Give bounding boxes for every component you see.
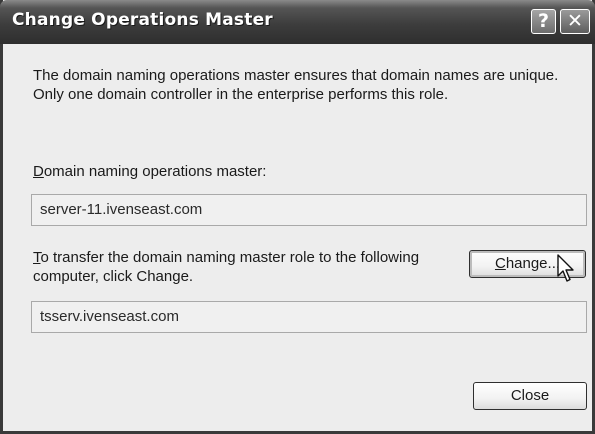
mouse-pointer-icon [557,254,574,282]
title-close-button[interactable]: ✕ [560,9,590,34]
help-icon: ? [537,10,550,32]
access-key-t: T [33,249,41,266]
change-button-label: hange... [505,255,561,272]
close-button[interactable]: Close [473,382,587,410]
change-operations-master-dialog: Change Operations Master ? ✕ The domain … [0,0,595,434]
current-master-field[interactable]: server-11.ivenseast.com [31,194,587,226]
title-bar[interactable]: Change Operations Master ? ✕ [0,0,595,44]
transfer-instructions-text: o transfer the domain naming master role… [33,249,420,285]
current-master-label: Domain naming operations master: [33,162,266,181]
transfer-instructions: To transfer the domain naming master rol… [33,248,433,286]
dialog-title: Change Operations Master [12,10,273,30]
access-key-c: C [494,255,506,272]
access-key-d: D [33,163,44,180]
description-text: The domain naming operations master ensu… [33,67,559,103]
current-master-label-text: omain naming operations master: [43,163,267,180]
target-computer-field[interactable]: tsserv.ivenseast.com [31,301,587,333]
dialog-body: The domain naming operations master ensu… [3,44,592,431]
close-icon: ✕ [567,10,583,32]
help-button[interactable]: ? [531,9,556,34]
